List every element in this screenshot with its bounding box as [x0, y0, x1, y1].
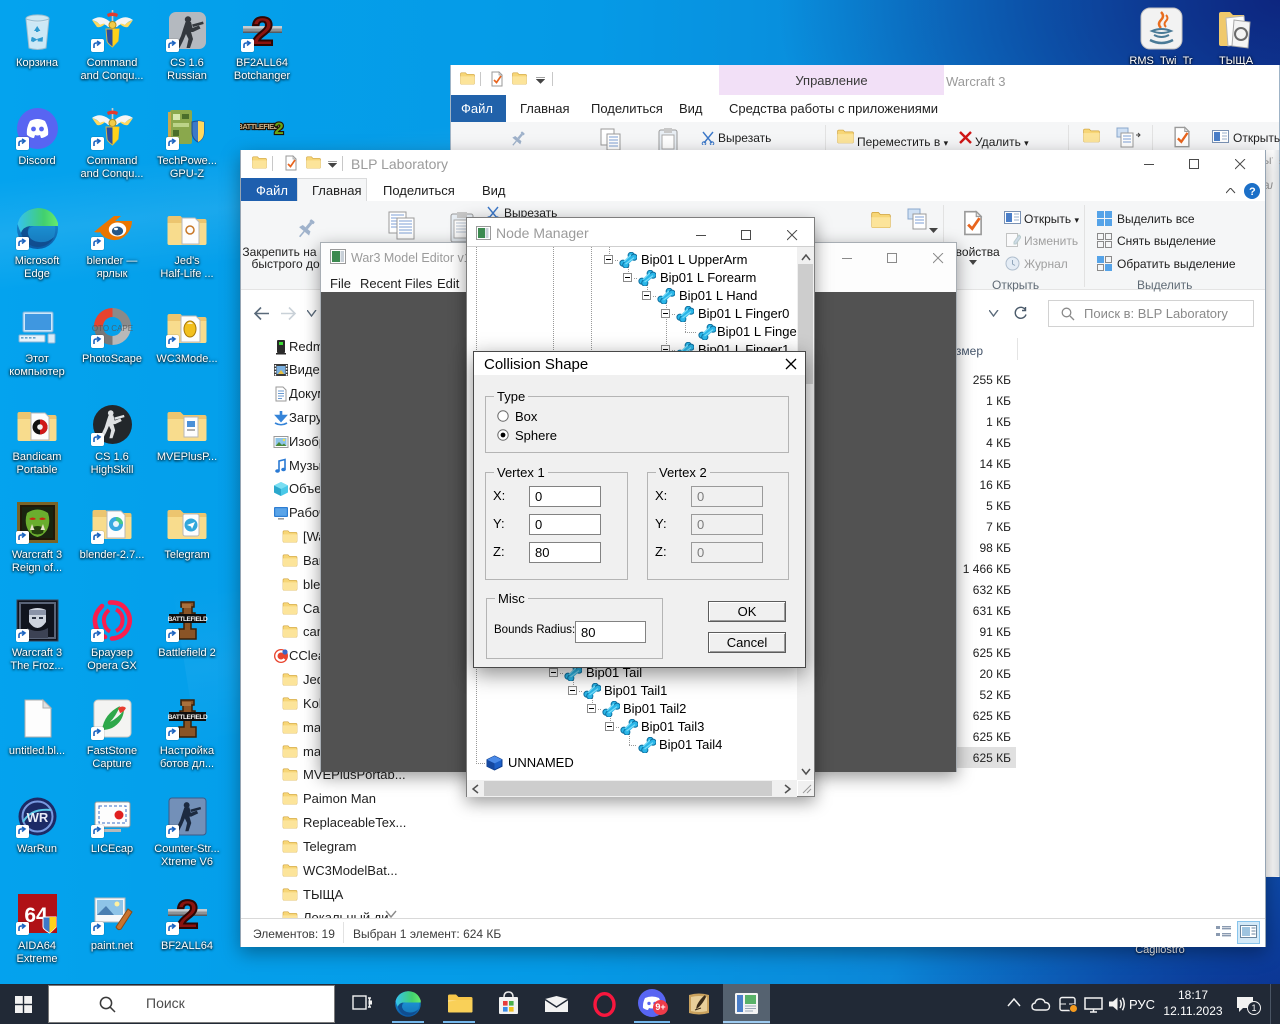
- svg-text:OTO CAPE: OTO CAPE: [91, 324, 132, 333]
- svg-text:2: 2: [274, 119, 283, 138]
- svg-text:WR: WR: [26, 810, 48, 825]
- svg-text:2: 2: [176, 893, 198, 936]
- svg-text:BATTLEFIELD: BATTLEFIELD: [167, 714, 207, 721]
- svg-text:BATTLEFIELD: BATTLEFIELD: [167, 616, 207, 623]
- svg-text:2: 2: [251, 10, 273, 53]
